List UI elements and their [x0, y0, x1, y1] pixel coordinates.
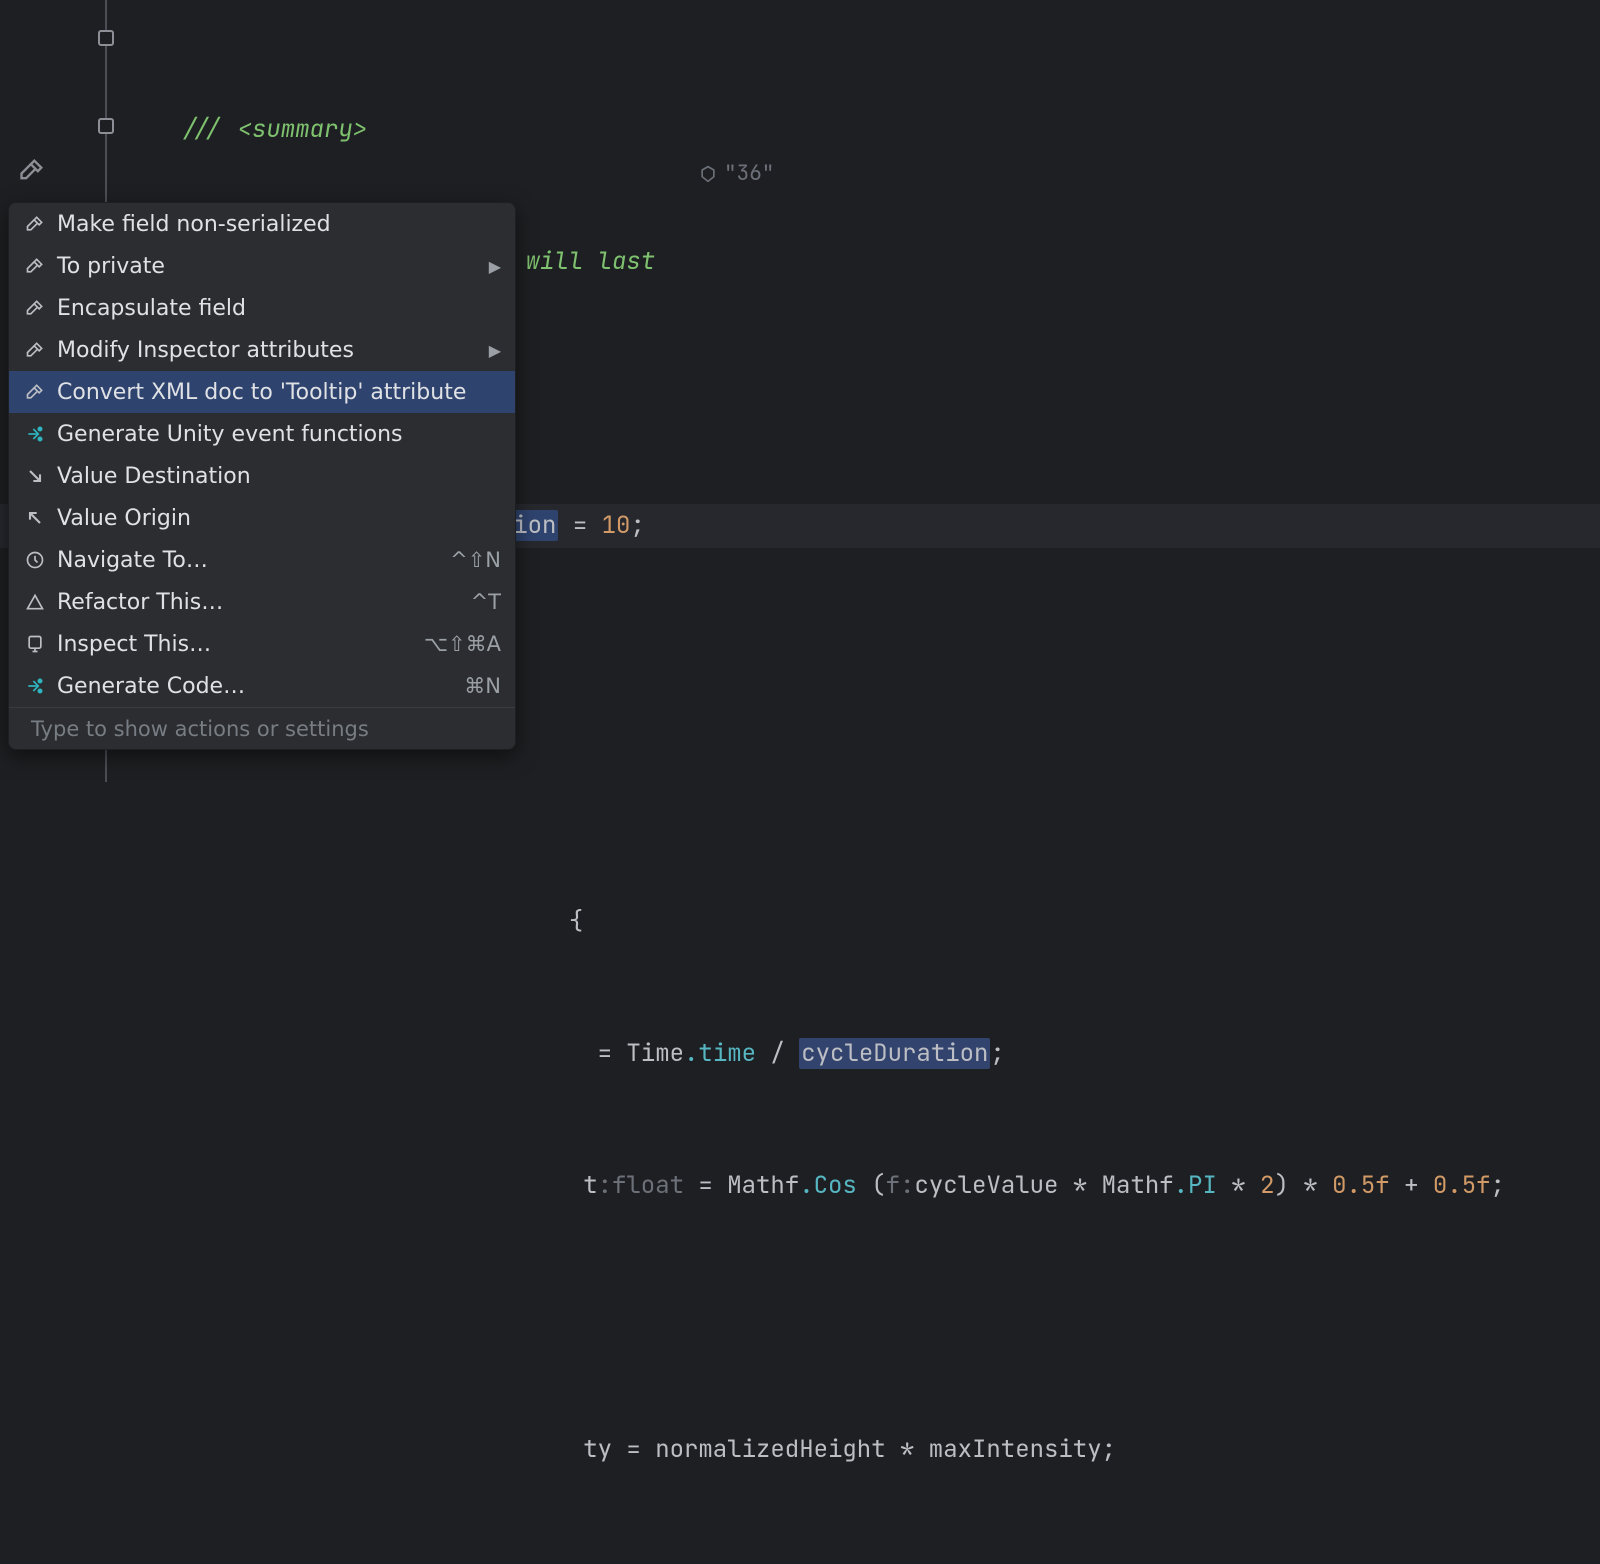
- menu-item-label: Inspect This…: [57, 632, 414, 657]
- chevron-right-icon: ▶: [489, 341, 501, 360]
- class-ref: Mathf: [1102, 1170, 1174, 1201]
- menu-item-label: Refactor This…: [57, 590, 461, 615]
- brace: {: [569, 906, 583, 937]
- hammer-icon: [23, 380, 47, 404]
- semicolon: ;: [990, 1038, 1004, 1069]
- menu-item-shortcut: ⌥⇧⌘A: [424, 632, 501, 656]
- class-ref: Time: [626, 1038, 684, 1069]
- triangle-icon: [23, 590, 47, 614]
- menu-item[interactable]: Generate Code… ⌘N: [9, 665, 515, 707]
- menu-item[interactable]: Refactor This… ^T: [9, 581, 515, 623]
- number-literal: 0.5f: [1433, 1170, 1491, 1201]
- generate-icon: [23, 674, 47, 698]
- menu-item[interactable]: Value Destination: [9, 455, 515, 497]
- menu-item-label: Make field non-serialized: [57, 212, 501, 237]
- menu-item-label: Value Destination: [57, 464, 501, 489]
- unity-hint-text: "36": [724, 160, 774, 187]
- number-literal: 2: [1260, 1170, 1274, 1201]
- chevron-right-icon: ▶: [489, 257, 501, 276]
- semicolon: ;: [630, 510, 644, 541]
- menu-item-shortcut: ^T: [471, 590, 501, 614]
- menu-item-label: Navigate To…: [57, 548, 440, 573]
- menu-item-label: Convert XML doc to 'Tooltip' attribute: [57, 380, 501, 405]
- number-literal: 0.5f: [1332, 1170, 1390, 1201]
- fold-marker-icon[interactable]: [98, 118, 114, 134]
- menu-item-label: Value Origin: [57, 506, 501, 531]
- menu-item-label: To private: [57, 254, 479, 279]
- inline-hint: f:: [886, 1170, 915, 1201]
- operator: *: [1217, 1170, 1260, 1201]
- doc-comment: /// <summary>: [180, 114, 367, 145]
- unity-usage-hint[interactable]: "36": [698, 160, 774, 187]
- menu-item-shortcut: ⌘N: [464, 674, 501, 698]
- menu-item-label: Modify Inspector attributes: [57, 338, 479, 363]
- arrow-dr-icon: [23, 464, 47, 488]
- menu-item[interactable]: Navigate To… ^⇧N: [9, 539, 515, 581]
- semicolon: ;: [1491, 1170, 1505, 1201]
- operator: *: [1289, 1170, 1332, 1201]
- property-ref: .PI: [1174, 1170, 1217, 1201]
- unity-icon: [698, 164, 718, 184]
- menu-item-label: Encapsulate field: [57, 296, 501, 321]
- menu-item[interactable]: Convert XML doc to 'Tooltip' attribute: [9, 371, 515, 413]
- operator: +: [1390, 1170, 1433, 1201]
- menu-item[interactable]: Value Origin: [9, 497, 515, 539]
- code-editor[interactable]: /// <summary> /// How long each cycle wi…: [0, 0, 1600, 782]
- menu-item-label: Generate Code…: [57, 674, 454, 699]
- menu-item[interactable]: Generate Unity event functions: [9, 413, 515, 455]
- fold-marker-icon[interactable]: [98, 30, 114, 46]
- quick-actions-menu[interactable]: Make field non-serialized To private ▶ Enca…: [8, 202, 516, 750]
- identifier: cycleValue: [914, 1170, 1058, 1201]
- menu-item[interactable]: Encapsulate field: [9, 287, 515, 329]
- method-ref: .Cos: [799, 1170, 857, 1201]
- operator: =: [558, 510, 601, 541]
- menu-item[interactable]: Make field non-serialized: [9, 203, 515, 245]
- generate-icon: [23, 422, 47, 446]
- number-literal: 10: [602, 510, 631, 541]
- menu-footer-hint: Type to show actions or settings: [9, 707, 515, 749]
- property-ref: .time: [684, 1038, 756, 1069]
- hammer-icon: [23, 254, 47, 278]
- hammer-icon: [23, 212, 47, 236]
- hammer-icon: [23, 338, 47, 362]
- menu-item[interactable]: Modify Inspector attributes ▶: [9, 329, 515, 371]
- menu-item[interactable]: Inspect This… ⌥⇧⌘A: [9, 623, 515, 665]
- inspect-icon: [23, 632, 47, 656]
- clock-icon: [23, 548, 47, 572]
- arrow-ul-icon: [23, 506, 47, 530]
- field-identifier-highlight: cycleDuration: [799, 1038, 990, 1069]
- code-text: ty = normalizedHeight * maxIntensity;: [583, 1434, 1116, 1465]
- hammer-icon: [23, 296, 47, 320]
- paren: ): [1274, 1170, 1288, 1201]
- menu-item-label: Generate Unity event functions: [57, 422, 501, 447]
- operator: *: [1058, 1170, 1101, 1201]
- operator: /: [756, 1038, 799, 1069]
- menu-item[interactable]: To private ▶: [9, 245, 515, 287]
- class-ref: Mathf: [727, 1170, 799, 1201]
- menu-item-shortcut: ^⇧N: [450, 548, 501, 572]
- hammer-icon[interactable]: [18, 156, 46, 184]
- inline-hint: :float: [598, 1170, 684, 1201]
